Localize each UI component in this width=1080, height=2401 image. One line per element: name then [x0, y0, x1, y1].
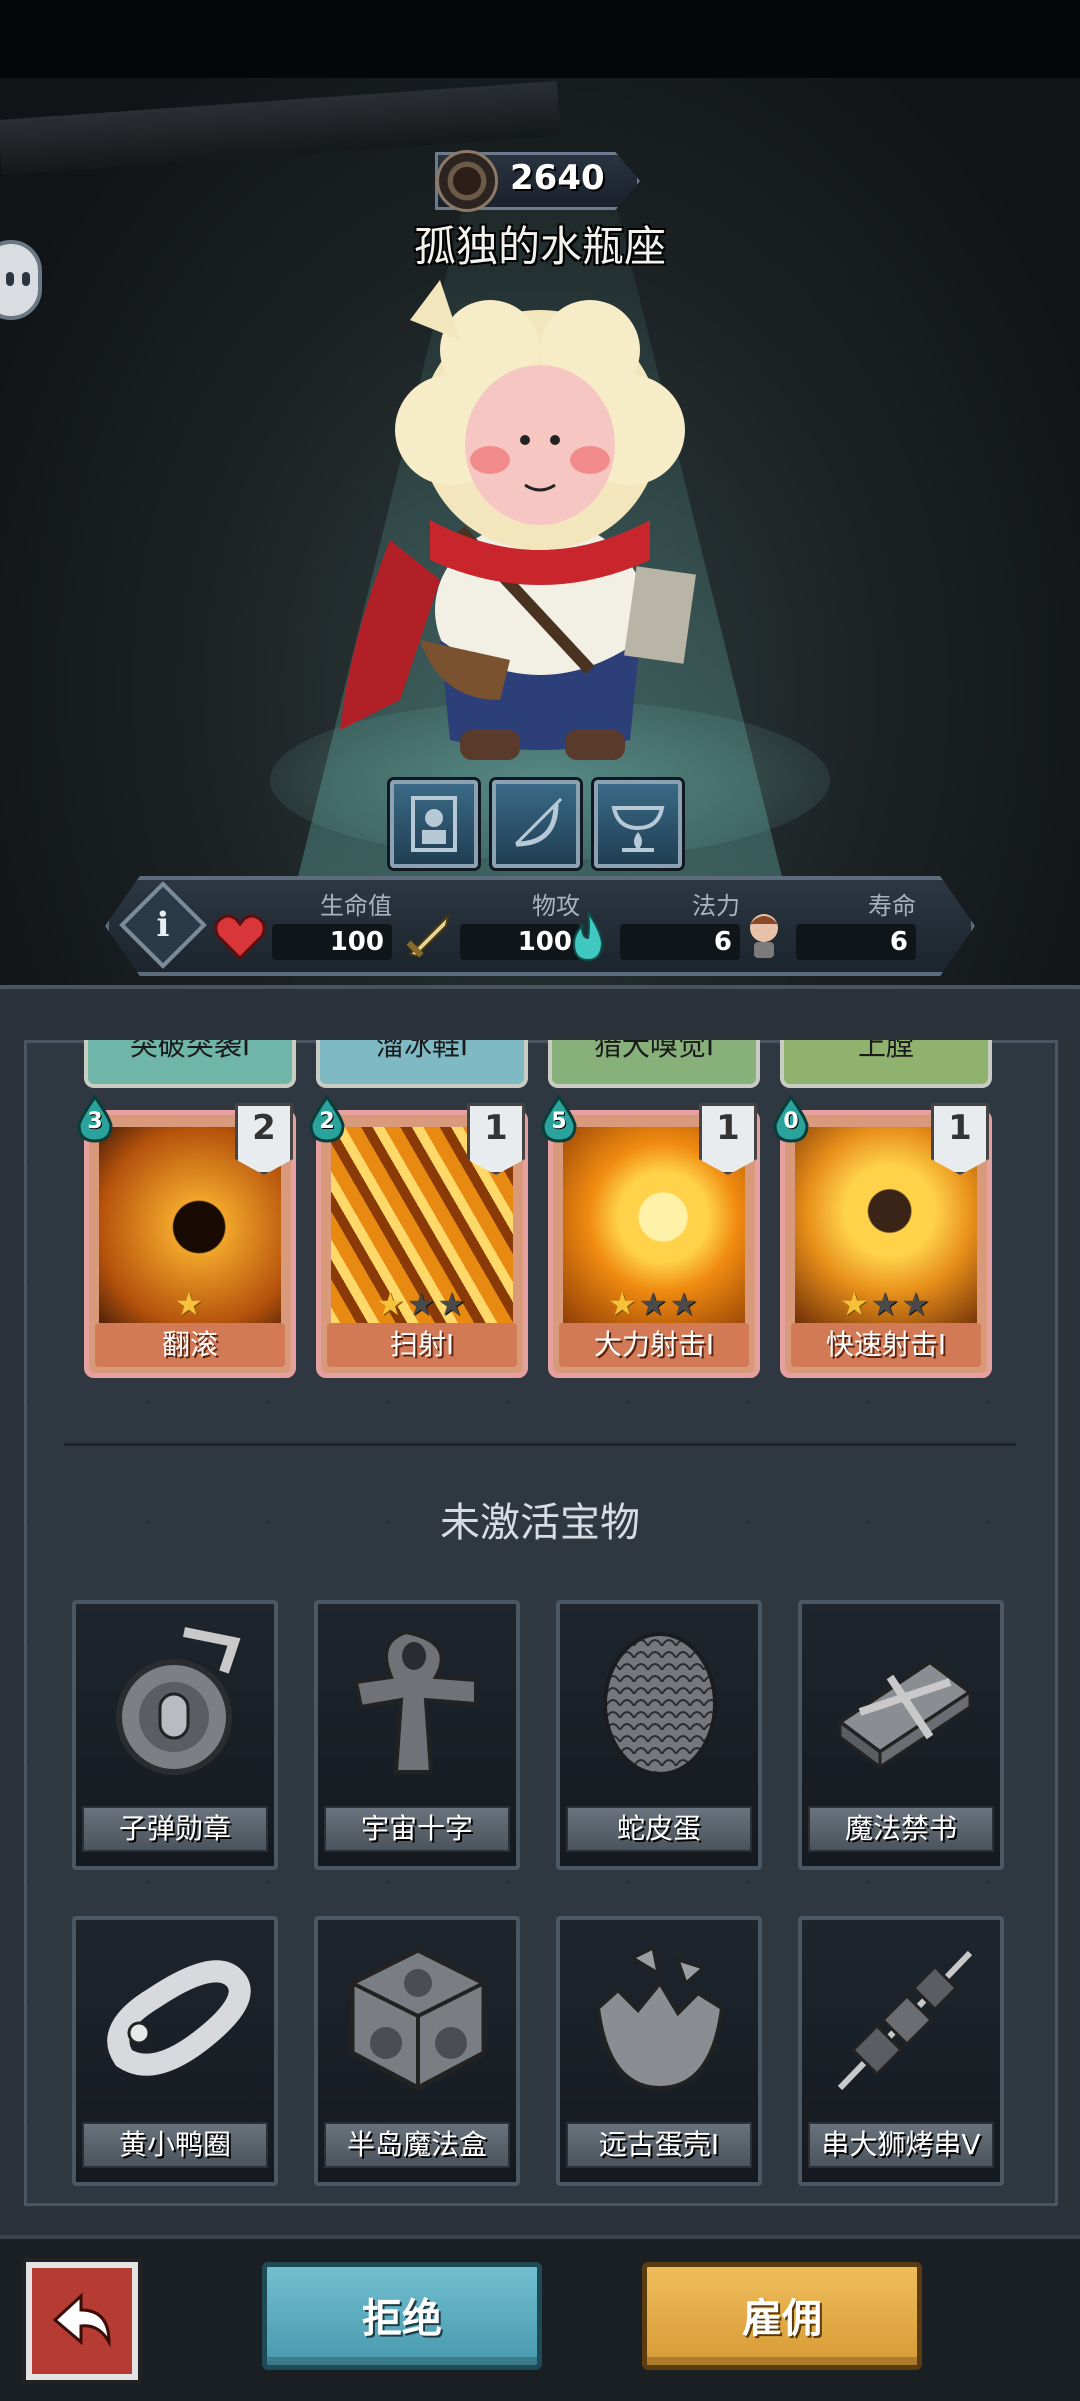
stat-hp-value: 100 [272, 924, 392, 960]
treasure-name: 子弹勋章 [82, 1806, 268, 1852]
skill-name: 大力射击I [559, 1323, 749, 1367]
character-name: 孤独的水瓶座 [413, 222, 666, 271]
treasure-name: 半岛魔法盒 [324, 2122, 510, 2168]
portrait-trait-icon[interactable] [390, 780, 478, 868]
stat-hp: 生命值 100 [212, 886, 392, 966]
treasure-name: 宇宙十字 [324, 1806, 510, 1852]
eggshell-icon [595, 1945, 725, 2091]
peek-card[interactable]: 突破突袭I [84, 1040, 296, 1088]
treasure-slot[interactable]: 魔法禁书 [798, 1600, 1004, 1870]
skill-name: 翻滚 [95, 1323, 285, 1367]
skill-stars: ★ [174, 1285, 206, 1323]
treasure-slot[interactable]: 串大狮烤串V [798, 1916, 1004, 2186]
section-divider [64, 1443, 1016, 1446]
skill-card[interactable]: ★ 翻滚 3 2 [77, 1094, 296, 1378]
skill-stars: ★★★ [375, 1285, 469, 1323]
stat-mana: 法力 6 [560, 886, 740, 966]
campfire-pot-trait-icon[interactable] [594, 780, 682, 868]
treasure-name: 黄小鸭圈 [82, 2122, 268, 2168]
info-icon: i [156, 905, 170, 945]
skill-card[interactable]: ★★★ 快速射击I 0 1 [773, 1094, 992, 1378]
medal-icon [116, 1627, 241, 1775]
peek-card[interactable]: 溜冰鞋I [316, 1040, 528, 1088]
treasure-slot[interactable]: 远古蛋壳I [556, 1916, 762, 2186]
mana-cost-badge: 3 [75, 1094, 115, 1143]
skill-stars: ★★★ [839, 1285, 933, 1323]
duck-ring-icon [107, 1960, 251, 2076]
mana-cost-badge: 0 [771, 1094, 811, 1143]
skill-card[interactable]: ★★★ 大力射击I 5 1 [541, 1094, 760, 1378]
treasure-slot[interactable]: 宇宙十字 [314, 1600, 520, 1870]
skill-stars: ★★★ [607, 1285, 701, 1323]
treasure-name: 魔法禁书 [808, 1806, 994, 1852]
skill-card-row: ★ 翻滚 3 2 ★★★ 扫射I 2 1 ★★★ 大力射击I 5 1 ★★★ 快… [77, 1094, 992, 1378]
status-bar [0, 0, 1080, 78]
back-arrow-icon [52, 2292, 111, 2348]
crosshair-icon [436, 150, 498, 212]
treasure-name: 远古蛋壳I [566, 2122, 752, 2168]
power-value: 2640 [510, 158, 605, 198]
skill-card[interactable]: ★★★ 扫射I 2 1 [309, 1094, 528, 1378]
skewer-icon [837, 1950, 973, 2091]
stat-attack: 物攻 100 [400, 886, 580, 966]
equipment-card-row-peek: 突破突袭I 溜冰鞋I 猎犬嗅觉I 上膛 [84, 1040, 992, 1088]
ankh-cross-icon [353, 1629, 478, 1774]
skill-name: 扫射I [327, 1323, 517, 1367]
stat-mana-label: 法力 [692, 892, 740, 920]
mana-cost-badge: 2 [307, 1094, 347, 1143]
treasure-slot[interactable]: 黄小鸭圈 [72, 1916, 278, 2186]
mana-cost-badge: 5 [539, 1094, 579, 1143]
treasure-slot[interactable]: 半岛魔法盒 [314, 1916, 520, 2186]
inactive-treasures-title: 未激活宝物 [440, 1500, 640, 1546]
back-button[interactable] [26, 2262, 138, 2380]
peek-card[interactable]: 上膛 [780, 1040, 992, 1088]
mana-flame-icon [572, 911, 604, 962]
stat-lifespan-value: 6 [796, 924, 916, 960]
scaled-egg-icon [603, 1632, 717, 1776]
treasure-name: 蛇皮蛋 [566, 1806, 752, 1852]
treasure-name: 串大狮烤串V [808, 2122, 994, 2168]
stat-hp-label: 生命值 [320, 892, 392, 920]
chained-book-icon [836, 1659, 974, 1770]
stat-lifespan: 寿命 6 [736, 886, 916, 966]
lifespan-figure-icon [750, 914, 778, 958]
skill-name: 快速射击I [791, 1323, 981, 1367]
bow-trait-icon[interactable] [492, 780, 580, 868]
treasure-slot[interactable]: 子弹勋章 [72, 1600, 278, 1870]
character-portrait [340, 280, 696, 760]
peek-card[interactable]: 猎犬嗅觉I [548, 1040, 760, 1088]
stat-mana-value: 6 [620, 924, 740, 960]
reject-button[interactable]: 拒绝 [262, 2262, 542, 2370]
treasure-slot[interactable]: 蛇皮蛋 [556, 1600, 762, 1870]
hire-button[interactable]: 雇佣 [642, 2262, 922, 2370]
heart-icon [214, 914, 266, 961]
trait-icons [390, 780, 682, 868]
stat-lifespan-label: 寿命 [868, 892, 916, 920]
sword-icon [406, 912, 450, 958]
magic-cube-icon [349, 1947, 487, 2091]
